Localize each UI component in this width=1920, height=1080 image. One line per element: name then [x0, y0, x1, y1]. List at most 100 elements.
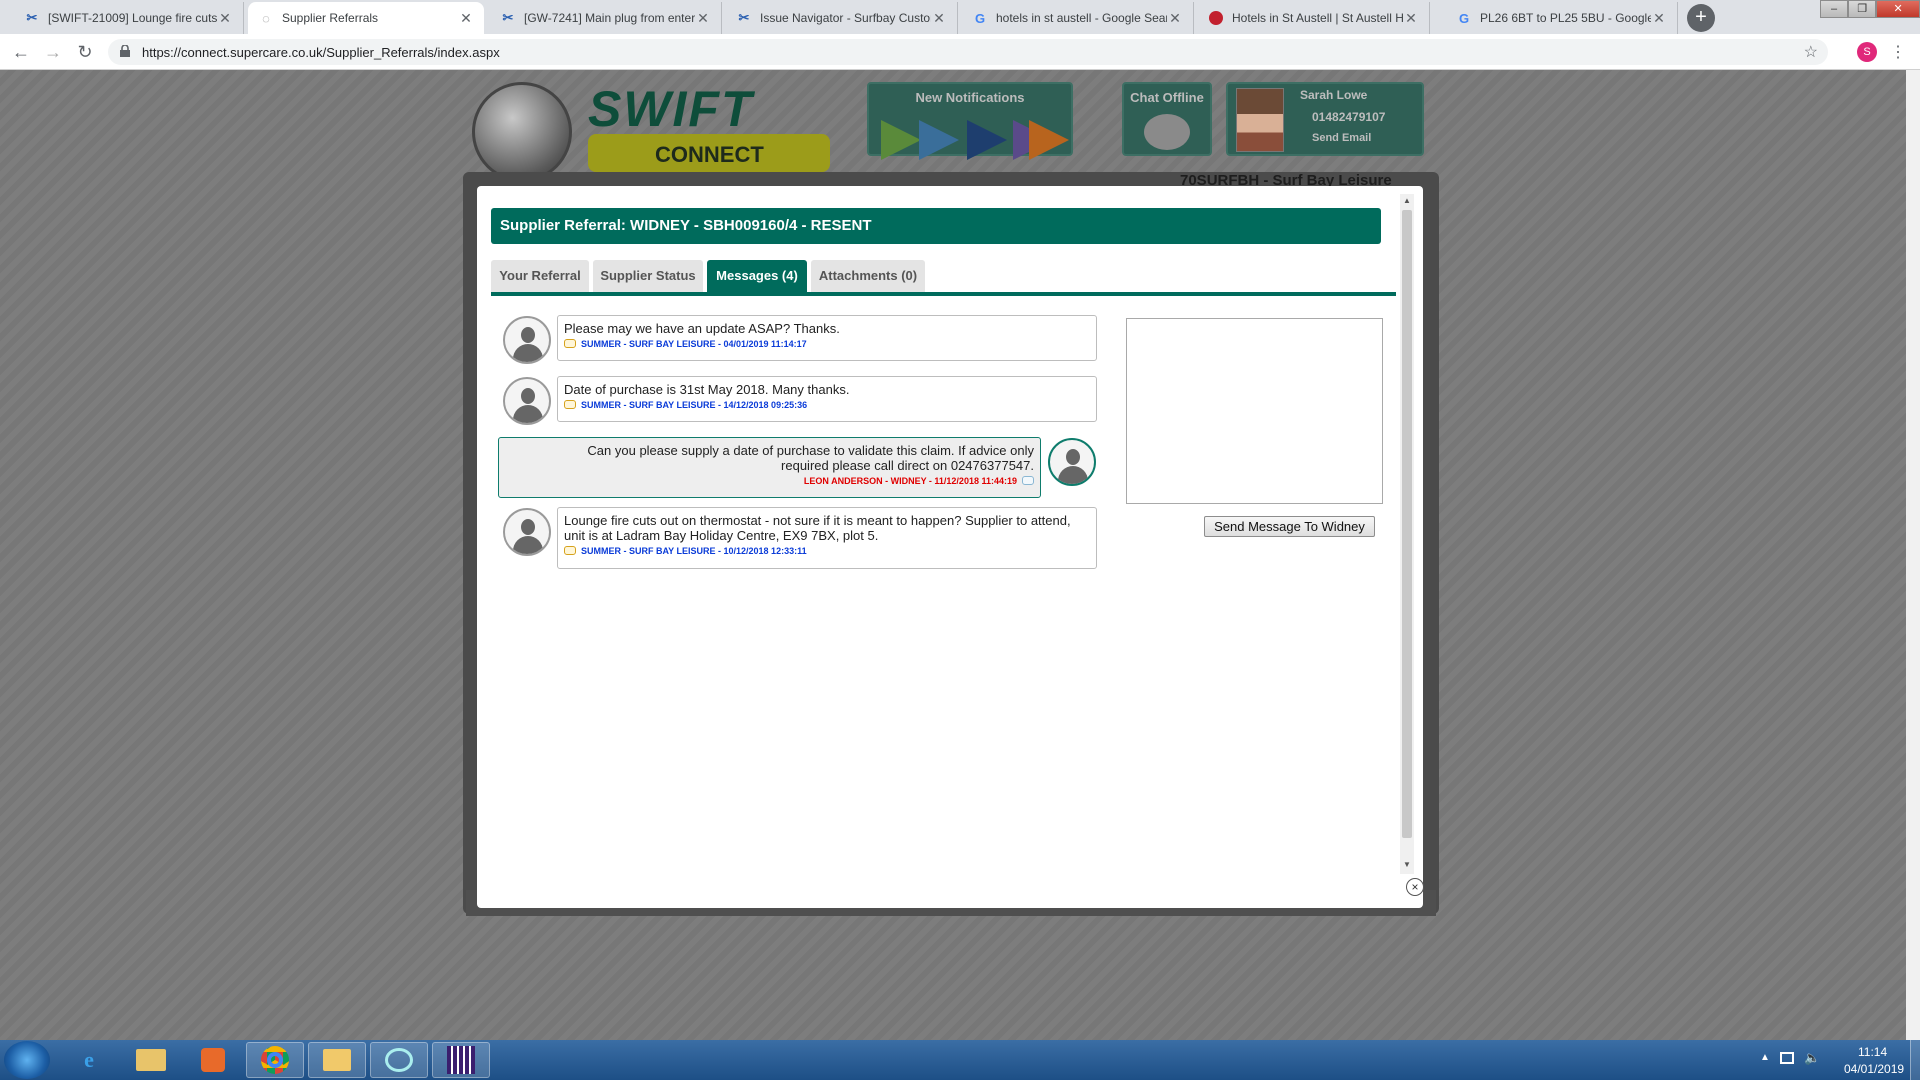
browser-tab[interactable]: ✂ Issue Navigator - Surfbay Custom ✕ — [726, 2, 958, 34]
browser-tab[interactable]: Hotels in St Austell | St Austell Ho ✕ — [1198, 2, 1430, 34]
file-explorer-icon[interactable] — [122, 1042, 180, 1078]
chat-panel[interactable]: Chat Offline — [1122, 82, 1212, 156]
user-silhouette-icon — [1066, 449, 1080, 465]
browser-tab-active[interactable]: ◌ Supplier Referrals ✕ — [248, 2, 484, 34]
close-icon[interactable]: × — [1406, 878, 1424, 896]
window-close-icon[interactable]: ✕ — [1876, 0, 1920, 18]
browser-menu-icon[interactable]: ⋮ — [1890, 42, 1906, 62]
chat-app-icon[interactable] — [370, 1042, 428, 1078]
user-silhouette-icon — [521, 519, 535, 535]
browser-tab-title: PL26 6BT to PL25 5BU - Google S — [1480, 11, 1651, 25]
restore-icon[interactable]: ❐ — [1848, 0, 1877, 18]
window-controls: – ❐ ✕ — [1820, 0, 1920, 20]
message-author-date: SUMMER - SURF BAY LEISURE - 14/12/2018 0… — [581, 400, 808, 410]
swift-logo-emblem — [472, 82, 572, 182]
message-text: Please may we have an update ASAP? Thank… — [564, 321, 840, 336]
close-icon[interactable]: ✕ — [931, 10, 947, 27]
tray-expand-icon[interactable]: ▲ — [1760, 1052, 1770, 1063]
tab-your-referral[interactable]: Your Referral — [491, 260, 589, 292]
browser-tab-title: [GW-7241] Main plug from enter — [524, 11, 695, 25]
show-desktop-button[interactable] — [1910, 1040, 1920, 1080]
truck-icon[interactable] — [967, 120, 1007, 160]
grid-app-icon[interactable] — [432, 1042, 490, 1078]
network-icon[interactable] — [1780, 1052, 1794, 1064]
jira-icon: ✂ — [738, 10, 750, 25]
browser-tab[interactable]: G PL26 6BT to PL25 5BU - Google S ✕ — [1446, 2, 1678, 34]
windows-taskbar: e — [0, 1040, 1920, 1080]
browser-tab-title: Hotels in St Austell | St Austell Ho — [1232, 11, 1403, 25]
browser-tab[interactable]: ✂ [SWIFT-21009] Lounge fire cuts o ✕ — [14, 2, 244, 34]
message-meta: LEON ANDERSON - WIDNEY - 11/12/2018 11:4… — [505, 476, 1034, 486]
avatar — [1048, 438, 1096, 486]
page-scrollbar[interactable] — [1906, 70, 1920, 1040]
clock-time[interactable]: 11:14 — [1858, 1045, 1887, 1059]
clock-date[interactable]: 04/01/2019 — [1844, 1062, 1904, 1076]
send-email-link[interactable]: Send Email — [1312, 132, 1371, 144]
message-item: Date of purchase is 31st May 2018. Many … — [557, 376, 1097, 422]
close-icon[interactable]: ✕ — [1167, 10, 1183, 27]
swift-logo-text: SWIFT — [588, 81, 754, 137]
chat-status-title: Chat Offline — [1130, 90, 1204, 105]
tab-messages[interactable]: Messages (4) — [707, 260, 807, 292]
tab-attachments[interactable]: Attachments (0) — [811, 260, 925, 292]
close-icon[interactable]: ✕ — [217, 10, 233, 27]
scroll-up-icon[interactable]: ▲ — [1400, 194, 1414, 208]
user-silhouette-icon — [521, 388, 535, 404]
tab-supplier-status[interactable]: Supplier Status — [593, 260, 703, 292]
system-tray: ▲ 🔈 11:14 04/01/2019 — [1752, 1040, 1920, 1080]
account-manager-panel: Sarah Lowe 01482479107 Send Email — [1226, 82, 1424, 156]
laptop-icon[interactable] — [919, 120, 959, 160]
internet-explorer-icon[interactable]: e — [60, 1042, 118, 1078]
message-text: Lounge fire cuts out on thermostat - not… — [564, 513, 1071, 543]
message-item: Lounge fire cuts out on thermostat - not… — [557, 507, 1097, 569]
user-name: Sarah Lowe — [1300, 88, 1368, 102]
message-meta: SUMMER - SURF BAY LEISURE - 04/01/2019 1… — [564, 339, 1090, 349]
close-icon[interactable]: ✕ — [695, 10, 711, 27]
close-icon[interactable]: ✕ — [1651, 10, 1667, 27]
url-text: https://connect.supercare.co.uk/Supplier… — [142, 45, 500, 60]
google-icon: G — [974, 10, 986, 26]
outlook-icon[interactable] — [308, 1042, 366, 1078]
browser-tab-strip: ✂ [SWIFT-21009] Lounge fire cuts o ✕ ◌ S… — [0, 0, 1920, 34]
browser-tab[interactable]: ✂ [GW-7241] Main plug from enter ✕ — [490, 2, 722, 34]
volume-muted-icon[interactable]: 🔈 — [1804, 1050, 1820, 1066]
chrome-icon[interactable] — [246, 1042, 304, 1078]
close-icon[interactable]: ✕ — [1403, 10, 1419, 27]
modal-title: Supplier Referral: WIDNEY - SBH009160/4 … — [491, 208, 1381, 244]
start-button[interactable] — [4, 1041, 50, 1079]
back-icon[interactable]: ← — [10, 41, 32, 63]
message-text: Date of purchase is 31st May 2018. Many … — [564, 382, 850, 397]
message-text: Can you please supply a date of purchase… — [587, 443, 1034, 473]
avatar — [503, 316, 551, 364]
address-bar[interactable]: https://connect.supercare.co.uk/Supplier… — [108, 39, 1828, 65]
reload-icon[interactable]: ↻ — [74, 41, 96, 63]
speech-bubble-icon — [1022, 476, 1034, 485]
new-tab-button[interactable]: + — [1687, 4, 1715, 32]
profile-avatar[interactable]: S — [1857, 42, 1877, 62]
hotel-site-icon — [1208, 10, 1224, 26]
supplier-referral-modal: Supplier Referral: WIDNEY - SBH009160/4 … — [477, 186, 1424, 908]
scroll-down-icon[interactable]: ▼ — [1400, 858, 1414, 872]
bookmark-star-icon[interactable]: ☆ — [1804, 42, 1818, 62]
send-message-button[interactable]: Send Message To Widney — [1204, 516, 1375, 537]
browser-tab-title: Issue Navigator - Surfbay Custom — [760, 11, 931, 25]
message-author-date: SUMMER - SURF BAY LEISURE - 04/01/2019 1… — [581, 339, 807, 349]
scrollbar-thumb[interactable] — [1402, 210, 1412, 838]
message-meta: SUMMER - SURF BAY LEISURE - 14/12/2018 0… — [564, 400, 1090, 410]
message-input[interactable] — [1126, 318, 1383, 504]
minimize-icon[interactable]: – — [1820, 0, 1849, 18]
media-player-icon[interactable] — [184, 1042, 242, 1078]
forward-icon[interactable]: → — [42, 41, 64, 63]
close-icon[interactable]: ✕ — [458, 10, 474, 27]
caravan-icon[interactable] — [881, 120, 921, 160]
message-item: Please may we have an update ASAP? Thank… — [557, 315, 1097, 361]
browser-tab[interactable]: G hotels in st austell - Google Sear ✕ — [962, 2, 1194, 34]
notifications-panel[interactable]: New Notifications — [867, 82, 1073, 160]
modal-scrollbar[interactable]: ▲ ▼ — [1400, 194, 1414, 874]
tools-icon[interactable] — [1029, 120, 1069, 160]
lock-icon — [120, 45, 130, 57]
avatar — [503, 508, 551, 556]
chat-icon — [1144, 114, 1190, 150]
browser-toolbar: ← → ↻ https://connect.supercare.co.uk/Su… — [0, 34, 1920, 70]
user-silhouette-icon — [521, 327, 535, 343]
